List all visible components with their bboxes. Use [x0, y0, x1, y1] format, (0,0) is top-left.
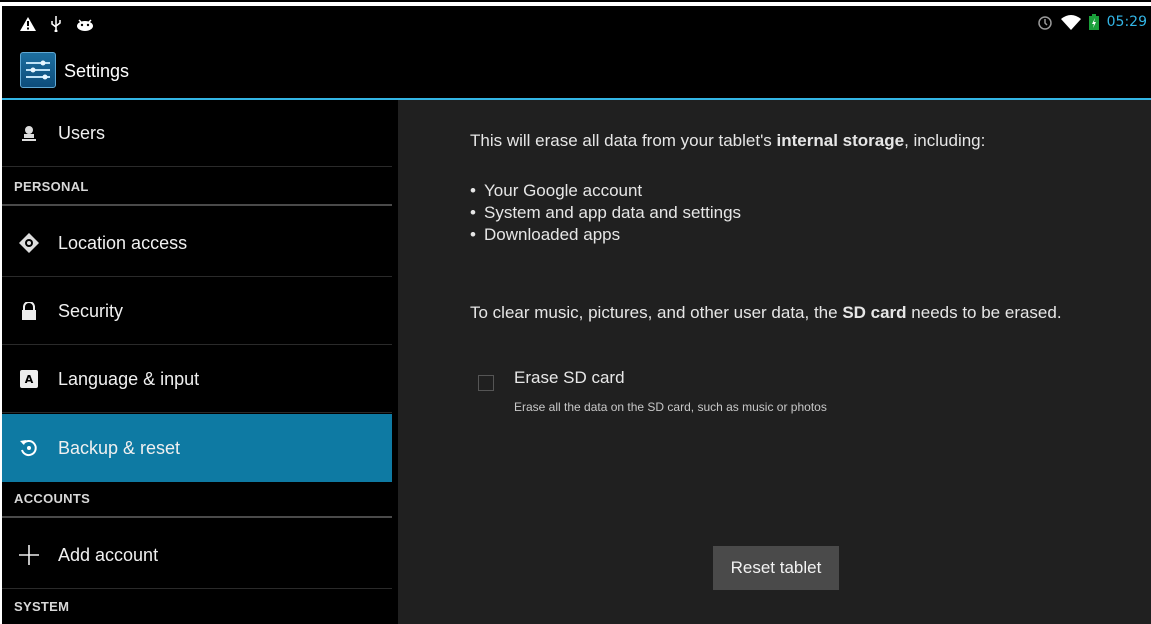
list-item: System and app data and settings: [470, 202, 741, 224]
sd-prefix: To clear music, pictures, and other user…: [470, 303, 843, 322]
usb-icon: [51, 16, 61, 32]
section-header-accounts: ACCOUNTS: [2, 484, 392, 518]
list-item: Downloaded apps: [470, 224, 741, 246]
alarm-icon: [1037, 16, 1052, 30]
lock-icon: [18, 300, 40, 322]
reset-tablet-button[interactable]: Reset tablet: [713, 546, 839, 590]
backup-restore-icon: [18, 437, 40, 459]
android-debug-icon: [77, 19, 93, 31]
sidebar-item-label: Security: [58, 300, 124, 321]
list-item: Your Google account: [470, 180, 741, 202]
sidebar-item-label: Location access: [58, 232, 188, 253]
sidebar-item-language[interactable]: A Language & input: [2, 346, 392, 413]
sidebar-item-label: Add account: [58, 544, 159, 565]
reset-content-pane: This will erase all data from your table…: [398, 100, 1151, 624]
settings-sliders-icon[interactable]: [20, 52, 56, 88]
status-right-icons: 05:29: [1037, 14, 1147, 30]
screenshot-frame: 05:29 Settings Users PERSONAL Location a…: [0, 0, 1151, 624]
top-rule: [0, 0, 1151, 2]
app-title: Settings: [64, 61, 130, 81]
sd-bold: SD card: [842, 303, 907, 322]
intro-text: This will erase all data from your table…: [470, 130, 1110, 152]
status-time: 05:29: [1106, 14, 1147, 30]
sidebar-item-location[interactable]: Location access: [2, 210, 392, 277]
erase-items-list: Your Google account System and app data …: [470, 180, 741, 246]
wifi-icon: [1060, 15, 1081, 30]
section-header-label: PERSONAL: [14, 179, 89, 194]
warning-icon: [20, 17, 36, 31]
status-bar: 05:29: [2, 6, 1151, 40]
sidebar-item-users[interactable]: Users: [2, 100, 392, 167]
sidebar-item-security[interactable]: Security: [2, 278, 392, 345]
plus-icon: [18, 544, 40, 566]
section-header-personal: PERSONAL: [2, 172, 392, 206]
intro-prefix: This will erase all data from your table…: [470, 131, 777, 150]
erase-sd-subtitle: Erase all the data on the SD card, such …: [514, 400, 827, 414]
sd-card-text: To clear music, pictures, and other user…: [470, 302, 1110, 324]
sidebar-item-label: Backup & reset: [58, 437, 181, 458]
intro-suffix: , including:: [904, 131, 986, 150]
sidebar-item-label: Users: [58, 122, 106, 143]
settings-sidebar: Users PERSONAL Location access Security …: [2, 100, 396, 624]
keyboard-a-icon: A: [18, 368, 40, 390]
battery-icon: [1088, 14, 1099, 30]
intro-bold: internal storage: [776, 131, 905, 150]
sidebar-item-add-account[interactable]: Add account: [2, 522, 392, 589]
tablet-screen: 05:29 Settings Users PERSONAL Location a…: [2, 6, 1151, 624]
section-header-label: ACCOUNTS: [14, 491, 91, 506]
erase-sd-title[interactable]: Erase SD card: [514, 368, 625, 388]
section-header-label: SYSTEM: [14, 599, 70, 614]
sd-suffix: needs to be erased.: [906, 303, 1062, 322]
section-header-system: SYSTEM: [2, 592, 392, 624]
status-left-icons: [20, 16, 94, 32]
erase-sd-checkbox[interactable]: [478, 375, 494, 391]
sidebar-item-label: Language & input: [58, 368, 200, 389]
svg-text:A: A: [25, 373, 34, 386]
user-icon: [18, 122, 40, 144]
location-icon: [18, 232, 40, 254]
action-bar: Settings: [2, 40, 1151, 100]
sidebar-item-backup-reset[interactable]: Backup & reset: [2, 414, 392, 482]
